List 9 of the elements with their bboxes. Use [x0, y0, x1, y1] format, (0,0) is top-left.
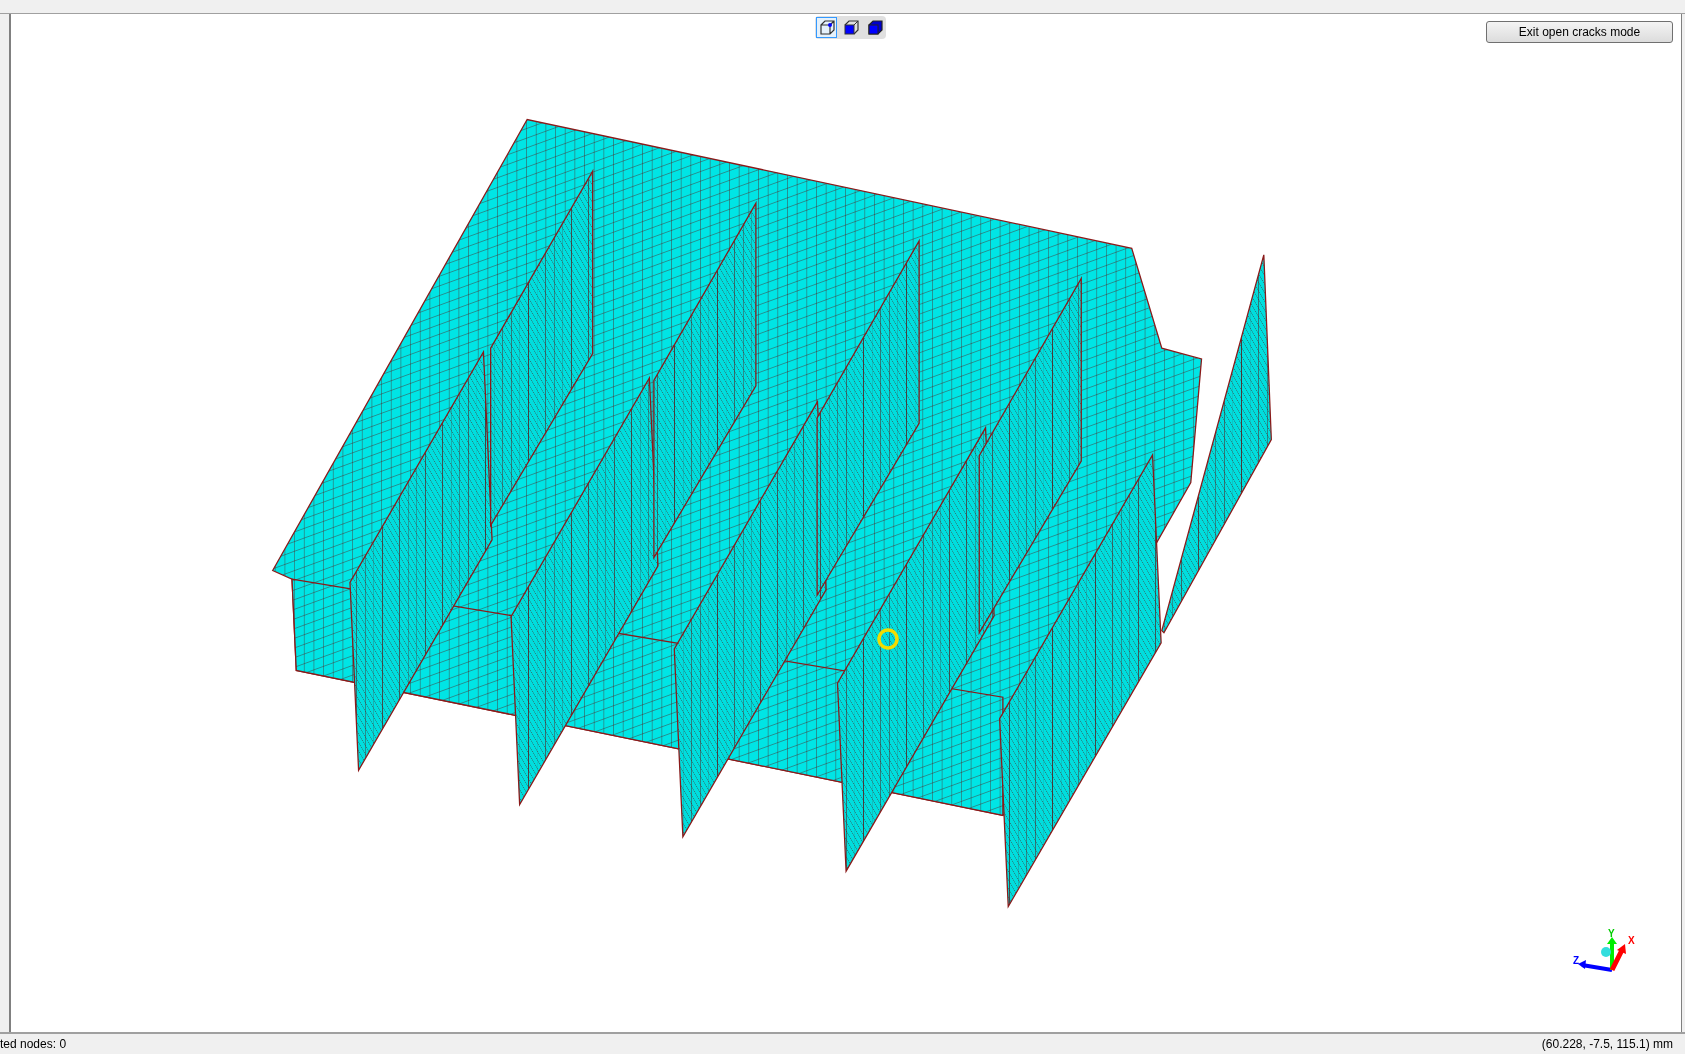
axis-label: X: [1628, 935, 1635, 946]
selection-circle: [876, 627, 900, 651]
axis-triad-drawing: [1578, 937, 1626, 972]
wireframe-view-button[interactable]: [816, 17, 837, 38]
axis-label: Y: [1608, 928, 1615, 939]
cursor-coordinates: (60.228, -7.5, 115.1) mm: [1541, 1036, 1673, 1053]
status-text: ted nodes: 0: [0, 1036, 67, 1053]
axis-label: Z: [1573, 955, 1580, 966]
exit-button[interactable]: Exit open cracks mode: [1486, 21, 1673, 43]
